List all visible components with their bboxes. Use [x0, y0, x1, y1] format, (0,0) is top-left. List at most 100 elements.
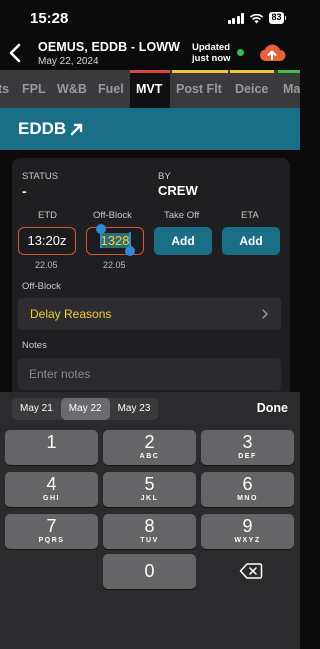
back-chevron-icon[interactable] — [6, 42, 26, 64]
sync-status-line1: Updated — [192, 42, 230, 53]
offblock-date: 22.05 — [103, 260, 126, 270]
key-letters: GHI — [43, 495, 60, 502]
add-eta-button[interactable]: Add — [222, 227, 280, 255]
status-value: - — [22, 183, 27, 199]
flight-header: OEMUS, EDDB - LOWW May 22, 2024 Updated … — [0, 36, 300, 70]
tab-label: FPL — [22, 82, 46, 96]
by-label: BY — [158, 171, 171, 182]
tab-wb[interactable]: W&B — [57, 70, 89, 108]
tab-underline — [130, 70, 170, 73]
tab-label: Post Flt — [176, 82, 222, 96]
tab-label: Fuel — [98, 82, 124, 96]
key-6[interactable]: 6 MNO — [201, 472, 294, 507]
key-digit: 8 — [144, 516, 155, 536]
tab-underline — [230, 70, 274, 73]
offblock-section-label: Off-Block — [22, 281, 61, 292]
sync-status-line2: just now — [192, 53, 231, 64]
takeoff-label: Take Off — [164, 210, 200, 221]
key-5[interactable]: 5 JKL — [103, 472, 196, 507]
tab-partial-right[interactable]: Ma — [278, 70, 300, 108]
cloud-upload-icon[interactable] — [257, 42, 287, 64]
key-letters: PQRS — [38, 537, 65, 544]
key-digit: 9 — [242, 516, 253, 536]
tab-partial-left[interactable]: ts — [0, 70, 14, 108]
key-digit: 5 — [144, 474, 155, 494]
cellular-signal-icon — [227, 12, 245, 24]
key-letters: MNO — [237, 495, 258, 502]
key-2[interactable]: 2 ABC — [103, 430, 196, 465]
airport-code: EDDB — [18, 119, 67, 138]
key-digit: 7 — [46, 516, 57, 536]
departure-arrow-icon — [70, 123, 83, 136]
key-digit: 0 — [144, 561, 155, 581]
key-digit: 4 — [46, 474, 57, 494]
wifi-icon — [250, 13, 264, 23]
tab-label: Deice — [235, 82, 269, 96]
key-4[interactable]: 4 GHI — [5, 472, 98, 507]
notes-label: Notes — [22, 340, 47, 351]
key-letters: JKL — [140, 495, 159, 502]
tab-underline — [278, 70, 300, 73]
key-letters: TUV — [140, 537, 159, 544]
key-1[interactable]: 1 — [5, 430, 98, 465]
battery-icon: 83 — [269, 12, 286, 24]
backspace-icon[interactable] — [239, 562, 263, 580]
delay-reasons-row[interactable]: Delay Reasons — [18, 298, 281, 330]
date-option-may-23[interactable]: May 23 — [110, 398, 159, 420]
key-letters: DEF — [238, 453, 257, 460]
offblock-field[interactable]: 1328 — [86, 227, 144, 255]
selection-start-caret — [100, 232, 102, 248]
flight-date: May 22, 2024 — [38, 56, 99, 67]
etd-label: ETD — [38, 210, 57, 221]
key-3[interactable]: 3 DEF — [201, 430, 294, 465]
numeric-keyboard: May 21 May 22 May 23 Done 1 2 ABC 3 DEF … — [0, 392, 300, 649]
status-time: 15:28 — [30, 10, 69, 27]
status-icons: 83 — [227, 12, 286, 24]
key-digit: 3 — [242, 432, 253, 452]
date-selector: May 21 May 22 May 23 — [12, 398, 159, 420]
tab-fpl[interactable]: FPL — [22, 70, 52, 108]
airport-banner: EDDB — [0, 108, 300, 150]
key-letters: ABC — [139, 453, 160, 460]
battery-level: 83 — [269, 12, 284, 24]
key-7[interactable]: 7 PQRS — [5, 514, 98, 549]
tab-label: Ma — [283, 82, 300, 96]
tab-label: ts — [0, 82, 10, 96]
date-option-may-21[interactable]: May 21 — [12, 398, 61, 420]
etd-field[interactable]: 13:20z — [18, 227, 76, 255]
online-indicator-dot — [237, 49, 244, 56]
tab-label: W&B — [57, 82, 87, 96]
date-option-may-22[interactable]: May 22 — [60, 398, 110, 420]
key-9[interactable]: 9 WXYZ — [201, 514, 294, 549]
flight-title: OEMUS, EDDB - LOWW — [38, 40, 181, 54]
etd-value: 13:20z — [27, 233, 67, 248]
key-8[interactable]: 8 TUV — [103, 514, 196, 549]
tab-mvt[interactable]: MVT — [130, 70, 170, 108]
offblock-label: Off-Block — [93, 210, 132, 221]
key-0[interactable]: 0 — [103, 554, 196, 589]
key-digit: 2 — [144, 432, 155, 452]
done-button[interactable]: Done — [257, 401, 288, 415]
sync-status: Updated just now — [192, 42, 231, 64]
key-letters: WXYZ — [234, 537, 261, 544]
eta-label: ETA — [241, 210, 259, 221]
delay-reasons-label: Delay Reasons — [30, 307, 112, 321]
status-label: STATUS — [22, 171, 59, 182]
tab-label: MVT — [136, 82, 163, 96]
tab-deice[interactable]: Deice — [230, 70, 274, 108]
tab-underline — [172, 70, 228, 73]
key-digit: 6 — [242, 474, 253, 494]
etd-date: 22.05 — [35, 260, 58, 270]
tab-post-flt[interactable]: Post Flt — [172, 70, 228, 108]
chevron-right-icon — [262, 309, 268, 319]
by-value: CREW — [158, 183, 198, 198]
notes-input[interactable] — [18, 358, 281, 390]
offblock-value: 1328 — [99, 233, 131, 248]
movement-card: STATUS - BY CREW ETD Off-Block Take Off … — [12, 158, 290, 398]
selection-end-handle[interactable] — [125, 246, 135, 256]
key-digit: 1 — [46, 432, 57, 452]
section-tabs: ts FPL W&B Fuel MVT Post Flt Deice Ma — [0, 70, 300, 108]
add-takeoff-button[interactable]: Add — [154, 227, 212, 255]
status-bar: 15:28 83 — [0, 0, 300, 34]
tab-fuel[interactable]: Fuel — [98, 70, 128, 108]
